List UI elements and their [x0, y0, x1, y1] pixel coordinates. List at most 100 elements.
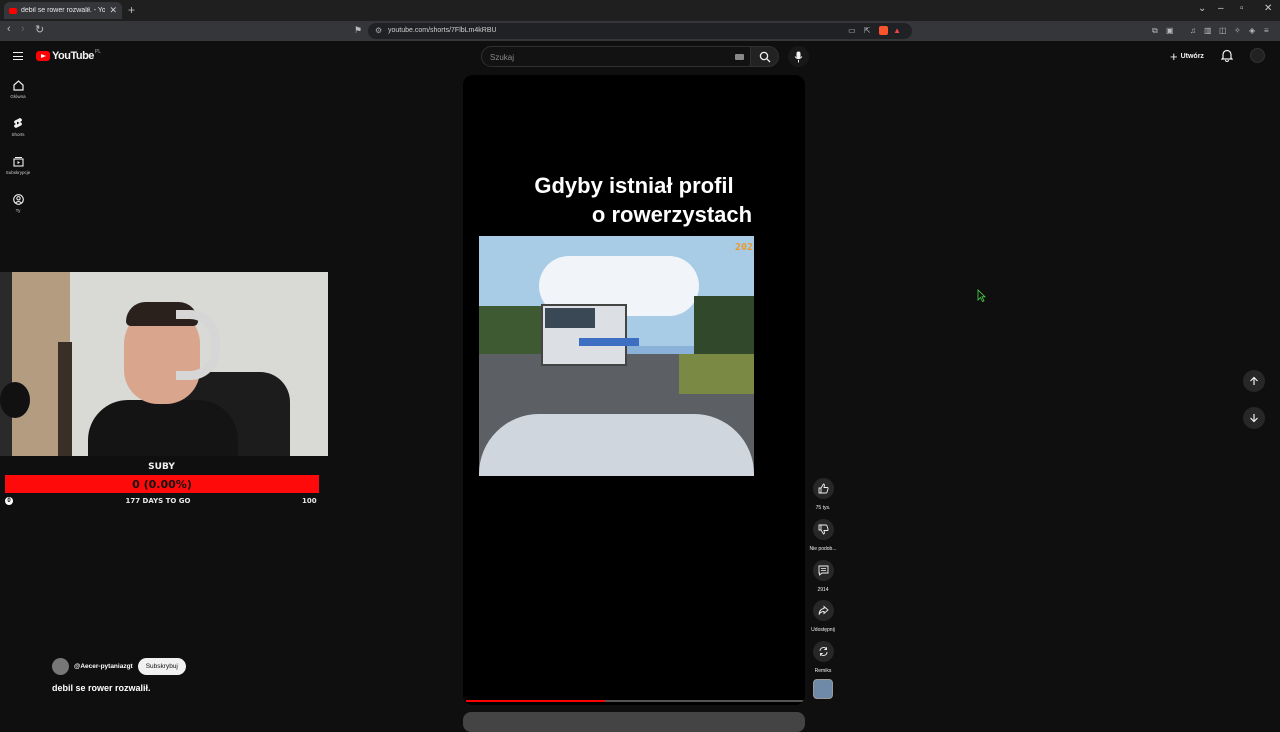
subs-goal-label: SUBY: [148, 462, 175, 472]
tab-search-icon[interactable]: ⌄: [1198, 3, 1206, 14]
keyboard-icon[interactable]: [735, 54, 744, 60]
dashcam-timestamp: 202: [734, 242, 753, 253]
subs-goal-max: 100: [302, 497, 317, 505]
notifications-bell-icon[interactable]: [1221, 49, 1233, 62]
arrow-up-icon: [1250, 376, 1258, 385]
new-tab-icon[interactable]: +: [128, 3, 135, 17]
youtube-favicon-icon: [9, 7, 17, 14]
dislike-button[interactable]: [812, 519, 834, 540]
create-label: Utwórz: [1180, 53, 1204, 60]
guide-item-home[interactable]: Główna: [0, 71, 36, 107]
short-caption[interactable]: debil se rower rozwalił.: [52, 683, 151, 693]
brave-rewards-icon[interactable]: ▲: [893, 26, 904, 35]
hamburger-menu-icon[interactable]: [13, 52, 23, 60]
extension-icon[interactable]: ▣: [1166, 26, 1174, 35]
subscribe-button[interactable]: Subskrybuj: [137, 658, 186, 675]
next-short-preview[interactable]: [463, 712, 805, 732]
extension-icon[interactable]: ◫: [1219, 26, 1227, 35]
forward-icon[interactable]: ›: [21, 23, 25, 35]
extension-icon[interactable]: ⧉: [1152, 26, 1158, 36]
mouse-cursor-icon: [977, 289, 986, 302]
remix-action[interactable]: Remiks: [806, 641, 840, 674]
brave-shield-icon[interactable]: [878, 26, 888, 36]
voice-search-button[interactable]: [788, 46, 809, 67]
browser-tab[interactable]: debil se rower rozwalił. - You ✕: [4, 2, 122, 19]
shorts-icon: [14, 118, 22, 128]
guide-label: Shorts: [11, 132, 25, 137]
subscriptions-icon: [12, 156, 24, 167]
browser-toolbar: ‹ › ↻ ⚑ ⚙ youtube.com/shorts/7FlbLm4kRBU…: [0, 21, 1280, 41]
next-short-button[interactable]: [1243, 407, 1265, 429]
playback-progress[interactable]: [466, 700, 804, 702]
tab-title: debil se rower rozwalił. - You: [21, 7, 106, 14]
close-window-icon[interactable]: ✕: [1264, 3, 1272, 14]
account-avatar[interactable]: [1250, 48, 1265, 63]
restore-icon[interactable]: ▫: [1240, 3, 1244, 14]
guide-item-you[interactable]: Ty: [0, 185, 36, 221]
sound-thumbnail[interactable]: [813, 679, 833, 699]
share-label: Udostępnij: [811, 627, 835, 633]
search-icon: [759, 51, 770, 62]
like-action[interactable]: 75 tys.: [806, 478, 840, 511]
guide-label: Główna: [10, 93, 26, 99]
reload-icon[interactable]: ↻: [35, 23, 44, 36]
thumbs-down-icon: [818, 524, 829, 535]
menu-icon[interactable]: ≡: [1264, 26, 1269, 35]
search-input[interactable]: Szukaj: [481, 46, 751, 67]
close-tab-icon[interactable]: ✕: [109, 5, 117, 16]
dislike-action[interactable]: Nie podob...: [806, 519, 840, 552]
region-code: PL: [94, 49, 102, 55]
like-button[interactable]: [812, 478, 834, 499]
microphone-icon: [794, 51, 803, 62]
comment-icon: [818, 565, 828, 576]
arrow-down-icon: [1250, 414, 1258, 423]
subs-goal-bar: 0 (0.00%): [5, 475, 319, 493]
playback-progress-fill: [466, 700, 605, 702]
plus-icon: +: [1170, 49, 1178, 64]
guide-label: Ty: [15, 207, 21, 213]
guitar: [58, 342, 72, 456]
comments-count: 2914: [817, 587, 829, 593]
comments-button[interactable]: [812, 560, 834, 581]
minimize-icon[interactable]: –: [1218, 3, 1224, 14]
channel-avatar[interactable]: [52, 658, 69, 675]
car-hood: [479, 414, 754, 476]
sidebar-icon[interactable]: ▥: [1204, 26, 1212, 35]
guide-label: Subskrypcje: [5, 169, 31, 175]
channel-row: @Aecer-pytaniazgt Subskrybuj: [52, 658, 186, 675]
subs-goal-days: 177 DAYS TO GO: [125, 497, 191, 505]
comments-action[interactable]: 2914: [806, 560, 840, 593]
search-button[interactable]: [751, 46, 779, 67]
share-button[interactable]: [812, 600, 834, 621]
channel-name[interactable]: @Aecer-pytaniazgt: [74, 663, 133, 670]
youtube-play-icon: [36, 51, 50, 61]
media-icon[interactable]: ♫: [1190, 26, 1196, 35]
site-info-icon[interactable]: ⚙: [375, 26, 382, 35]
like-count: 75 tys.: [815, 505, 831, 511]
remix-button[interactable]: [812, 641, 834, 662]
previous-short-button[interactable]: [1243, 370, 1265, 392]
extensions-icon[interactable]: ✧: [1234, 26, 1241, 35]
masthead: YouTube PL Szukaj + Utwórz: [0, 41, 1280, 71]
guide-item-shorts[interactable]: Shorts: [0, 109, 36, 145]
bookmark-icon[interactable]: ⚑: [354, 25, 362, 36]
address-bar[interactable]: ⚙ youtube.com/shorts/7FlbLm4kRBU ▭ ⇱ ▲: [368, 23, 912, 39]
logo-text: YouTube: [52, 50, 94, 62]
thumbs-up-icon: [818, 483, 829, 494]
subs-goal-value: 0 (0.00%): [132, 478, 192, 491]
back-icon[interactable]: ‹: [7, 23, 11, 35]
short-video-player[interactable]: Gdyby istniał profil o rowerzystach 202: [463, 75, 805, 705]
short-overlay-title: Gdyby istniał profil o rowerzystach: [534, 173, 753, 227]
create-button[interactable]: + Utwórz: [1163, 48, 1211, 65]
search-placeholder: Szukaj: [490, 53, 515, 62]
guide-item-subscriptions[interactable]: Subskrypcje: [0, 147, 36, 183]
wallet-icon[interactable]: ◈: [1249, 26, 1255, 35]
studio-microphone: [0, 382, 30, 418]
youtube-logo[interactable]: YouTube PL: [36, 49, 102, 62]
share-icon: [818, 605, 829, 615]
remix-icon: [819, 647, 827, 656]
streamer-body: [88, 400, 238, 456]
dashcam-clip: 202: [479, 236, 754, 476]
browser-tab-strip: debil se rower rozwalił. - You ✕ + ⌄ – ▫…: [0, 0, 1280, 21]
share-action[interactable]: Udostępnij: [806, 600, 840, 633]
